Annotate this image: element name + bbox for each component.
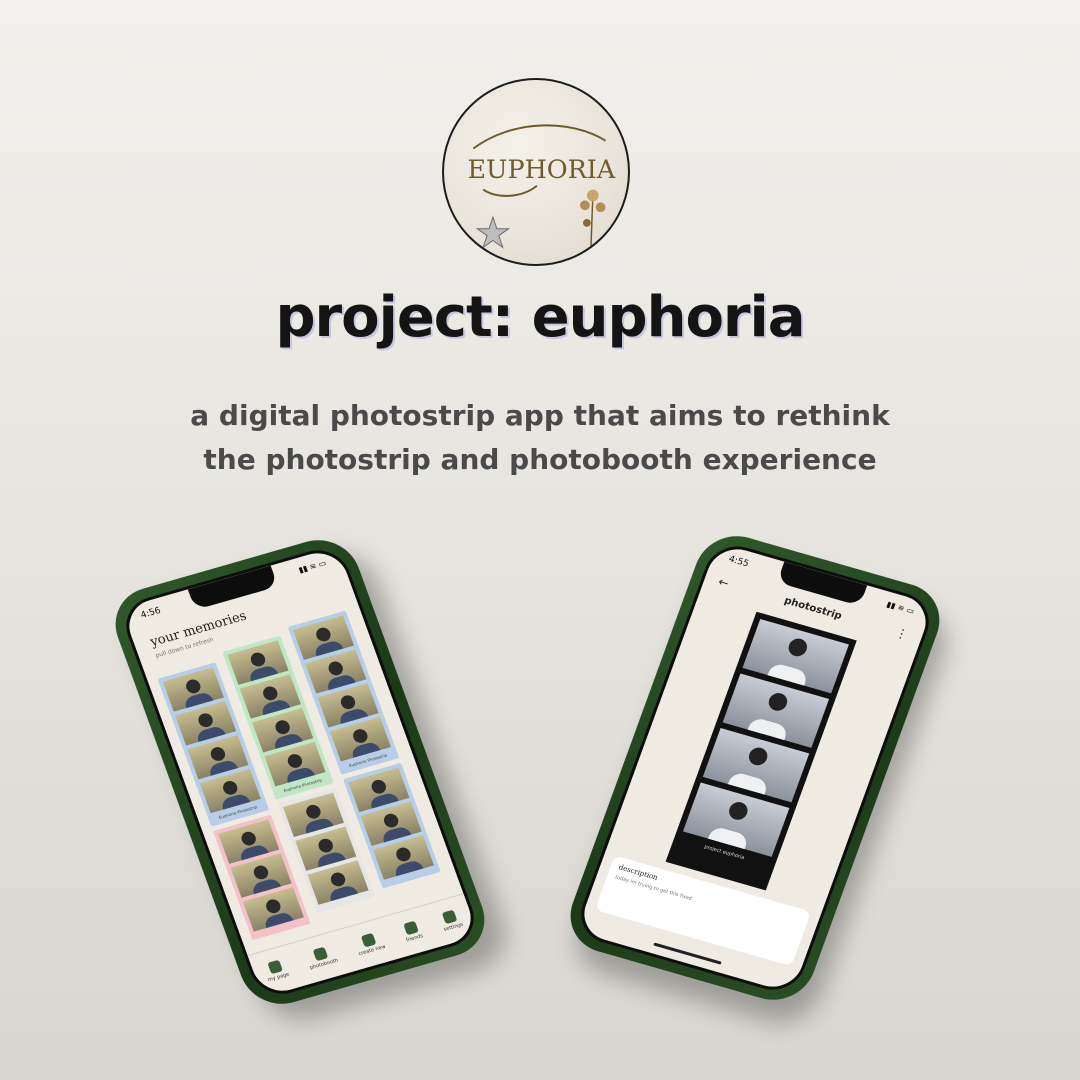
home-indicator [653, 942, 722, 965]
photostrip-grid: Euphoria Photostrip Euphoria Photostrip … [153, 609, 449, 941]
euphoria-logo: EUPHORIA [442, 78, 630, 266]
plus-icon [360, 932, 377, 948]
tagline-line-1: a digital photostrip app that aims to re… [190, 399, 890, 432]
tab-friends[interactable]: friends [401, 920, 424, 944]
tab-photobooth[interactable]: photobooth [304, 944, 339, 971]
phone-photostrip: 4:55 ▮▮ ≋ ▭ ← photostrip ⋮ project eupho… [559, 526, 951, 1010]
memories-screen: 4:56 ▮▮ ≋ ▭ your memories pull down to r… [117, 542, 483, 1002]
phone-memories: 4:56 ▮▮ ≋ ▭ your memories pull down to r… [104, 530, 496, 1014]
friends-icon [403, 920, 419, 936]
description-text: today im trying to get this fixed [614, 874, 693, 903]
camera-icon [312, 946, 329, 962]
user-icon [267, 959, 283, 975]
tab-create-new[interactable]: create new [353, 931, 387, 957]
page-title: project: euphoria [275, 285, 805, 350]
photostrip-film: project euphoria [665, 611, 857, 891]
photostrip-screen: 4:55 ▮▮ ≋ ▭ ← photostrip ⋮ project eupho… [572, 538, 938, 998]
tab-settings[interactable]: settings [438, 909, 464, 933]
gear-icon [441, 909, 458, 925]
signal-wifi-battery-icon: ▮▮ ≋ ▭ [885, 599, 916, 616]
svg-text:EUPHORIA: EUPHORIA [467, 154, 615, 184]
notch [187, 565, 279, 611]
tab-my-page[interactable]: my page [262, 958, 290, 983]
status-time: 4:56 [139, 605, 163, 621]
tagline: a digital photostrip app that aims to re… [0, 394, 1080, 482]
signal-wifi-battery-icon: ▮▮ ≋ ▭ [297, 558, 328, 575]
tagline-line-2: the photostrip and photobooth experience [203, 443, 877, 476]
status-time: 4:55 [727, 554, 751, 570]
